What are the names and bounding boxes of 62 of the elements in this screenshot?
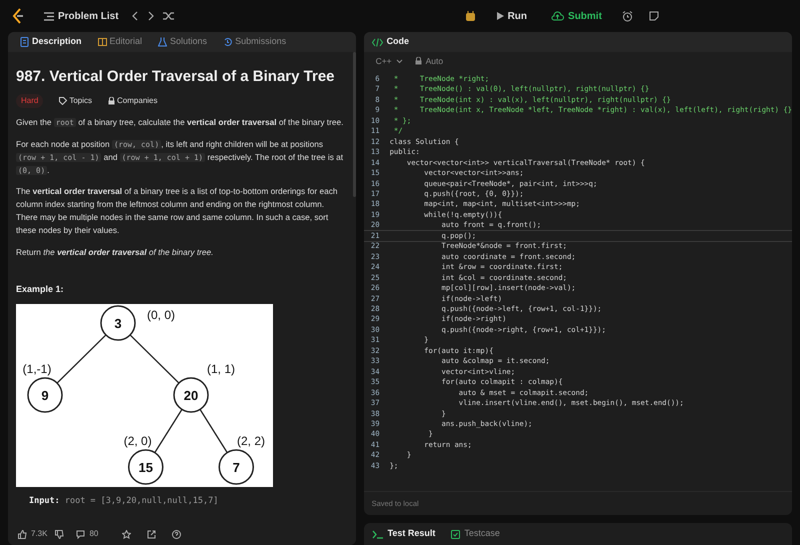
panel-title: Code bbox=[386, 35, 410, 48]
code-icon bbox=[372, 38, 383, 46]
shuffle-icon[interactable] bbox=[162, 11, 175, 21]
book-icon bbox=[98, 37, 107, 47]
tab[interactable]: Submissions bbox=[219, 35, 290, 49]
companies-tag[interactable]: Companies bbox=[108, 95, 158, 107]
description-paragraph: Return the vertical order traversal of the binary tree. bbox=[16, 246, 214, 259]
run-button[interactable]: Run bbox=[492, 6, 532, 26]
history-icon bbox=[223, 37, 232, 47]
lock-icon bbox=[414, 57, 422, 65]
thumbs-down-icon[interactable] bbox=[55, 530, 64, 538]
topics-tag[interactable]: Topics bbox=[59, 95, 92, 107]
coordinate-label: (1,-1) bbox=[22, 362, 52, 376]
tree-edge bbox=[154, 409, 182, 454]
difficulty-badge: Hard bbox=[16, 94, 44, 108]
share-icon[interactable] bbox=[147, 530, 156, 538]
caret-icon bbox=[396, 58, 403, 64]
auto-mode: Auto bbox=[414, 54, 444, 68]
cloud-upload-icon bbox=[551, 11, 564, 21]
like-count[interactable]: 7.3K bbox=[18, 528, 48, 540]
comment-icon bbox=[76, 530, 86, 538]
tab[interactable]: Solutions bbox=[154, 35, 212, 49]
terminal-icon bbox=[372, 530, 384, 538]
comment-count[interactable]: 80 bbox=[76, 528, 98, 540]
coordinate-label: (2, 0) bbox=[124, 434, 152, 448]
checkbox-icon bbox=[451, 530, 460, 538]
problem-list-button[interactable]: Problem List bbox=[40, 6, 123, 26]
coordinate-label: (0, 0) bbox=[147, 308, 175, 322]
tree-node: 15 bbox=[128, 449, 164, 485]
tree-node: 20 bbox=[173, 377, 209, 413]
alarm-clock-icon[interactable] bbox=[622, 10, 633, 22]
tab[interactable]: Testcase bbox=[451, 527, 500, 541]
submit-button[interactable]: Submit bbox=[547, 6, 606, 26]
input-example-text: Input: root = [3,9,20,null,null,15,7] bbox=[29, 495, 220, 508]
tab[interactable]: Editorial bbox=[94, 35, 146, 49]
thumbs-up-icon bbox=[18, 530, 27, 538]
logo-icon[interactable] bbox=[12, 8, 24, 24]
problem-title: 987. Vertical Order Traversal of a Binary Tree bbox=[16, 68, 336, 86]
tag-icon bbox=[59, 97, 68, 105]
chevron-right-icon[interactable] bbox=[146, 11, 155, 21]
language-dropdown[interactable]: C++ bbox=[372, 52, 407, 70]
tree-edge bbox=[56, 334, 106, 384]
tab[interactable]: Test Result bbox=[372, 527, 436, 541]
description-paragraph: The vertical order traversal of a binary tree is a list of top-to-bottom orderings for each column index starting from the leftmost column and ending on the rightmost column. There may be multiple nodes in the same row and same column. In such a case, sort these nodes by their values. bbox=[16, 185, 338, 237]
help-icon[interactable] bbox=[172, 530, 182, 538]
star-icon[interactable] bbox=[122, 530, 132, 538]
chevron-left-icon[interactable] bbox=[130, 11, 139, 21]
coordinate-label: (2, 2) bbox=[237, 434, 265, 448]
lock-icon bbox=[108, 97, 116, 105]
example-heading: Example 1: bbox=[16, 282, 65, 296]
flask-icon bbox=[158, 37, 168, 47]
document-icon bbox=[20, 37, 29, 47]
tree-edge bbox=[200, 409, 228, 454]
tree-edge bbox=[130, 334, 180, 384]
tab[interactable]: Description bbox=[16, 35, 86, 49]
tree-node: 3 bbox=[100, 305, 136, 341]
play-icon bbox=[496, 11, 504, 21]
tree-node: 7 bbox=[218, 449, 254, 485]
tree-node: 9 bbox=[27, 377, 63, 413]
list-icon bbox=[44, 12, 54, 20]
coordinate-label: (1, 1) bbox=[207, 362, 235, 376]
note-icon[interactable] bbox=[648, 11, 659, 21]
